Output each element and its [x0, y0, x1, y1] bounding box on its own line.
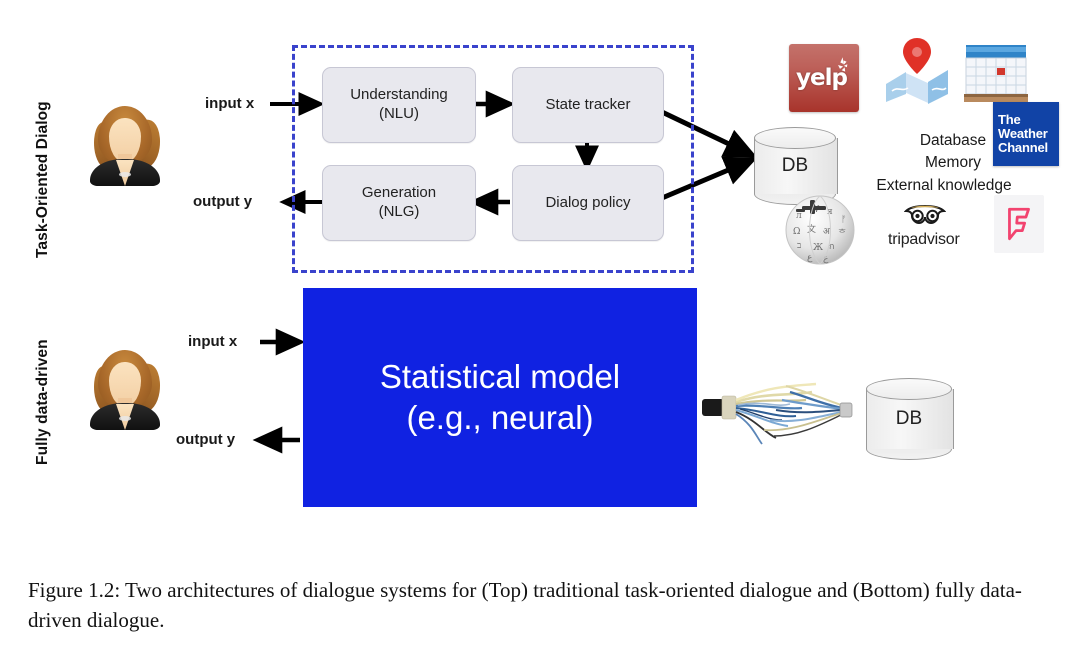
figure-canvas: Task-Oriented Dialog input x output y Un… [0, 0, 1080, 560]
output-label-top: output y [193, 193, 253, 210]
svg-text:अ: अ [823, 227, 831, 237]
wikipedia-globe-icon: лWя ᚠΩ文 अᄒב Жกع ع [785, 195, 855, 265]
knowledge-sources-text: Database Memory External knowledge [876, 130, 1024, 197]
input-label-top: input x [205, 95, 255, 112]
foursquare-icon [1008, 207, 1030, 241]
output-label-bottom: output y [176, 431, 236, 448]
module-nlu-line1: Understanding [350, 86, 448, 104]
calendar-icon [964, 45, 1028, 102]
statistical-model-line1: Statistical model [379, 358, 621, 396]
section-label-fully-data-driven: Fully data-driven [34, 339, 51, 465]
twc-line1: The [998, 112, 1021, 128]
statistical-model-line2: (e.g., neural) [406, 398, 594, 436]
module-nlg-line2: (NLG) [378, 203, 420, 220]
svg-text:ع: ع [807, 253, 813, 263]
database-label-bottom: DB [895, 408, 923, 429]
module-nlg-line1: Generation [361, 184, 437, 202]
figure-caption: Figure 1.2: Two architectures of dialogu… [28, 578, 1022, 632]
tripadvisor-owl-icon [904, 204, 946, 225]
foursquare-logo [994, 195, 1044, 253]
svg-text:文: 文 [807, 223, 816, 235]
module-dialog-policy[interactable]: Dialog policy [512, 165, 664, 241]
database-cylinder-bottom: DB [866, 378, 954, 460]
map-pin-icon [885, 38, 949, 106]
svg-text:Ж: Ж [813, 243, 823, 253]
input-label-bottom: input x [188, 333, 238, 350]
module-dialog-policy-line1: Dialog policy [545, 193, 631, 211]
yelp-logo: yelp [789, 44, 859, 112]
section-label-task-oriented: Task-Oriented Dialog [34, 101, 51, 258]
svg-text:ᚠ: ᚠ [841, 214, 846, 225]
module-state-tracker-line1: State tracker [545, 95, 631, 113]
svg-text:ᄒ: ᄒ [838, 228, 846, 239]
avatar-bottom [86, 348, 164, 430]
svg-text:ב: ב [797, 241, 801, 251]
module-state-tracker[interactable]: State tracker [512, 67, 664, 143]
tripadvisor-wordmark: tripadvisor [888, 231, 960, 248]
yelp-burst-icon [838, 57, 848, 72]
module-nlu-line2: (NLU) [378, 105, 419, 122]
svg-text:Ω: Ω [793, 227, 800, 237]
svg-text:л: л [796, 211, 802, 221]
knowledge-line-memory: Memory [925, 154, 981, 172]
avatar-top [86, 104, 164, 186]
knowledge-line-database: Database [919, 132, 987, 149]
network-cable-icon [702, 382, 853, 445]
module-nlg[interactable]: Generation (NLG) [322, 165, 476, 241]
module-nlu[interactable]: Understanding (NLU) [322, 67, 476, 143]
statistical-model-box[interactable]: Statistical model (e.g., neural) [303, 288, 697, 507]
